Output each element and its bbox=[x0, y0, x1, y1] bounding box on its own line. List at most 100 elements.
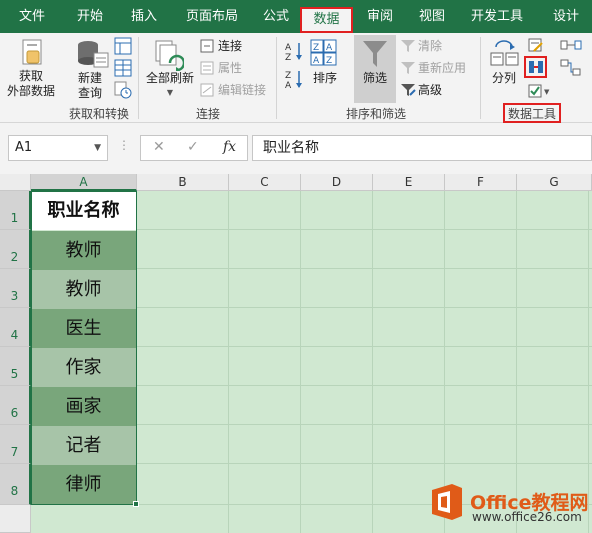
clear-button[interactable]: 清除 bbox=[418, 37, 442, 55]
column-header-g[interactable]: G bbox=[517, 174, 592, 191]
grid-line bbox=[372, 191, 373, 533]
tab-page-layout[interactable]: 页面布局 bbox=[172, 0, 252, 33]
sort-button[interactable]: 排序 bbox=[308, 71, 342, 86]
ribbon: 获取 外部数据 新建 查询 获取和转换 全部刷新 ▼ 连接 属性 编辑链接 连接… bbox=[0, 33, 592, 123]
grid-line bbox=[588, 191, 589, 533]
row-header-8[interactable]: 8 bbox=[0, 464, 31, 505]
watermark-url: www.office26.com bbox=[472, 510, 582, 524]
formula-buttons: ✕ ✓ fx bbox=[140, 135, 248, 161]
new-query-button[interactable]: 新建 查询 bbox=[70, 71, 110, 101]
column-header-d[interactable]: D bbox=[301, 174, 373, 191]
excel-window: 文件 开始 插入 页面布局 公式 数据 审阅 视图 开发工具 设计 获取 外部数… bbox=[0, 0, 592, 533]
insert-function-icon[interactable]: fx bbox=[223, 139, 236, 155]
row-header-5[interactable]: 5 bbox=[0, 347, 31, 386]
group-label-data-tools: 数据工具 bbox=[507, 107, 556, 121]
column-header-a[interactable]: A bbox=[31, 174, 137, 191]
row-header-1[interactable]: 1 bbox=[0, 191, 31, 230]
selection-outline bbox=[31, 191, 137, 505]
name-box-value: A1 bbox=[15, 140, 33, 155]
ribbon-tab-bar: 文件 开始 插入 页面布局 公式 数据 审阅 视图 开发工具 设计 bbox=[0, 0, 592, 33]
svg-text:A: A bbox=[285, 81, 292, 89]
connections-button[interactable]: 连接 bbox=[218, 37, 242, 55]
row-header-4[interactable]: 4 bbox=[0, 308, 31, 347]
name-box-dropdown-icon[interactable]: ▼ bbox=[94, 136, 101, 160]
name-box[interactable]: A1 ▼ bbox=[8, 135, 108, 161]
clear-filter-icon bbox=[401, 40, 415, 52]
grid-line bbox=[300, 191, 301, 533]
sort-za-icon[interactable]: Z A bbox=[285, 69, 305, 89]
refresh-all-button[interactable]: 全部刷新 bbox=[142, 71, 198, 86]
row-header-9[interactable] bbox=[0, 505, 31, 533]
svg-text:Z: Z bbox=[326, 56, 332, 66]
reapply-button[interactable]: 重新应用 bbox=[418, 59, 466, 77]
grid-line bbox=[516, 191, 517, 533]
svg-text:Z: Z bbox=[285, 53, 291, 61]
refresh-all-dropdown-icon[interactable]: ▼ bbox=[162, 85, 178, 100]
svg-text:▼: ▼ bbox=[544, 88, 550, 96]
row-header-3[interactable]: 3 bbox=[0, 269, 31, 308]
tab-file[interactable]: 文件 bbox=[8, 0, 56, 33]
group-separator bbox=[138, 37, 139, 119]
text-to-columns-icon bbox=[490, 40, 519, 66]
select-all-corner[interactable] bbox=[0, 174, 31, 191]
tab-review[interactable]: 审阅 bbox=[356, 0, 404, 33]
properties-button[interactable]: 属性 bbox=[218, 59, 242, 77]
svg-text:Z: Z bbox=[285, 71, 291, 81]
get-external-data-icon bbox=[22, 39, 42, 65]
remove-duplicates-icon[interactable] bbox=[528, 60, 544, 74]
filter-label: 筛选 bbox=[362, 71, 387, 85]
sort-icon: Z A A Z bbox=[310, 39, 337, 66]
row-header-6[interactable]: 6 bbox=[0, 386, 31, 425]
svg-text:Z: Z bbox=[313, 43, 319, 53]
group-label-get-transform: 获取和转换 bbox=[68, 107, 129, 121]
formula-bar: A1 ▼ ⋮ ✕ ✓ fx 职业名称 bbox=[0, 123, 592, 174]
column-header-e[interactable]: E bbox=[373, 174, 445, 191]
tab-developer[interactable]: 开发工具 bbox=[462, 0, 532, 33]
column-header-b[interactable]: B bbox=[137, 174, 229, 191]
properties-icon bbox=[200, 61, 214, 75]
get-external-data-button[interactable]: 获取 外部数据 bbox=[2, 69, 60, 99]
tab-design[interactable]: 设计 bbox=[540, 0, 592, 33]
enter-icon[interactable]: ✓ bbox=[187, 139, 199, 155]
spreadsheet-grid[interactable]: A B C D E F G 1 2 3 4 5 6 7 8 职业名称 教师 教师 bbox=[0, 174, 592, 533]
tab-insert[interactable]: 插入 bbox=[118, 0, 170, 33]
edit-links-button[interactable]: 编辑链接 bbox=[218, 81, 266, 99]
row-header-7[interactable]: 7 bbox=[0, 425, 31, 464]
refresh-all-icon bbox=[155, 40, 184, 71]
column-header-c[interactable]: C bbox=[229, 174, 301, 191]
svg-text:A: A bbox=[285, 43, 292, 53]
cancel-icon[interactable]: ✕ bbox=[153, 139, 165, 155]
relationships-icon[interactable] bbox=[560, 59, 582, 77]
data-validation-icon[interactable]: ▼ bbox=[528, 83, 554, 99]
svg-text:A: A bbox=[313, 56, 320, 66]
connections-icon bbox=[200, 39, 214, 53]
row-header-2[interactable]: 2 bbox=[0, 230, 31, 269]
formula-input[interactable]: 职业名称 bbox=[252, 135, 592, 161]
new-query-icon bbox=[78, 41, 109, 68]
text-to-columns-button[interactable]: 分列 bbox=[486, 71, 522, 86]
tab-data[interactable]: 数据 bbox=[300, 7, 353, 33]
advanced-button[interactable]: 高级 bbox=[418, 81, 442, 99]
consolidate-icon[interactable] bbox=[560, 37, 582, 55]
column-header-f[interactable]: F bbox=[445, 174, 517, 191]
show-queries-icon[interactable] bbox=[114, 37, 132, 55]
group-separator bbox=[480, 37, 481, 119]
flash-fill-icon[interactable] bbox=[528, 37, 544, 53]
tab-view[interactable]: 视图 bbox=[406, 0, 458, 33]
filter-icon bbox=[363, 41, 387, 67]
svg-text:A: A bbox=[326, 43, 333, 53]
edit-links-icon bbox=[200, 83, 214, 97]
group-separator bbox=[276, 37, 277, 119]
reapply-icon bbox=[401, 62, 415, 74]
sort-az-icon[interactable]: A Z bbox=[285, 41, 305, 61]
grid-line bbox=[228, 191, 229, 533]
from-table-icon[interactable] bbox=[114, 59, 132, 77]
resize-handle-icon[interactable]: ⋮ bbox=[118, 138, 130, 152]
recent-sources-icon[interactable] bbox=[114, 81, 132, 99]
fill-handle[interactable] bbox=[133, 501, 139, 507]
tab-home[interactable]: 开始 bbox=[64, 0, 116, 33]
advanced-filter-icon bbox=[401, 84, 416, 96]
office-logo-icon bbox=[432, 484, 462, 520]
tab-formulas[interactable]: 公式 bbox=[252, 0, 300, 33]
group-label-sort-filter: 排序和筛选 bbox=[345, 107, 406, 121]
